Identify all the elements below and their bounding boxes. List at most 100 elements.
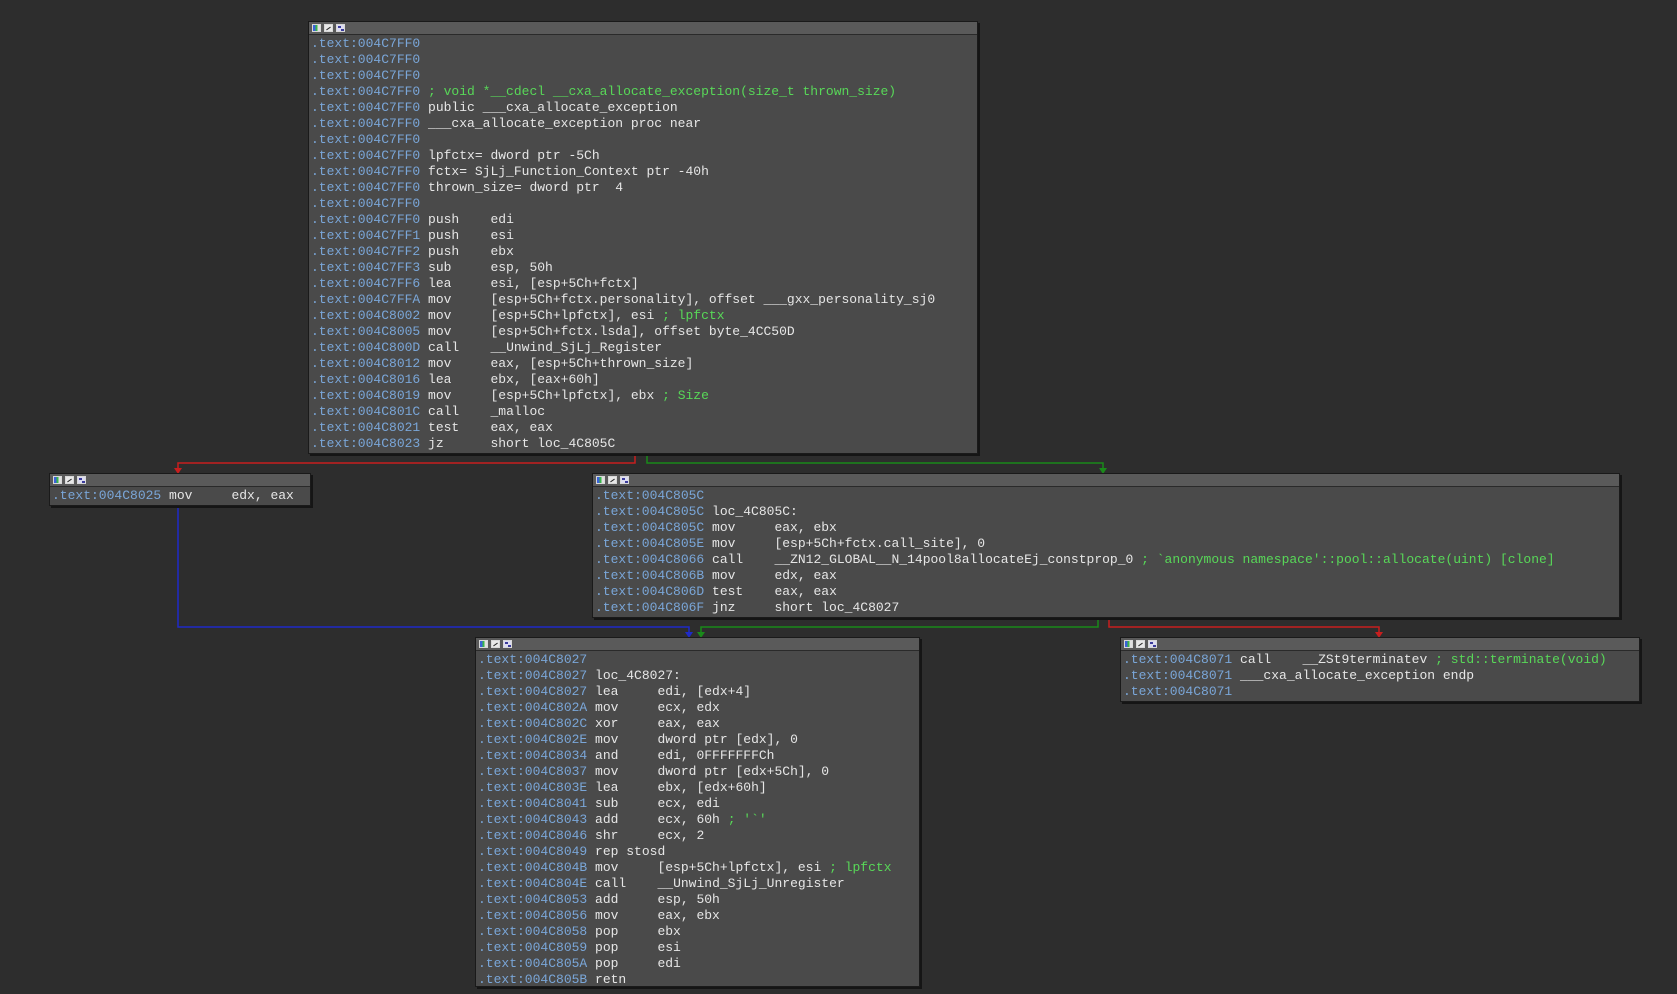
code-line[interactable]: .text:004C8059 pop esi [478, 940, 917, 956]
code-line[interactable]: .text:004C8019 mov [esp+5Ch+lpfctx], ebx… [311, 388, 975, 404]
group-nodes-icon[interactable] [336, 24, 345, 32]
code-line[interactable]: .text:004C8037 mov dword ptr [edx+5Ch], … [478, 764, 917, 780]
line-address: .text:004C8027 [478, 652, 588, 667]
group-nodes-icon[interactable] [620, 476, 629, 484]
code-line[interactable]: .text:004C7FF0 [311, 36, 975, 52]
node-color-icon[interactable] [596, 476, 605, 484]
code-line[interactable]: .text:004C8027 lea edi, [edx+4] [478, 684, 917, 700]
code-line[interactable]: .text:004C805C loc_4C805C: [595, 504, 1617, 520]
line-address: .text:004C7FF0 [311, 148, 421, 163]
line-mnemonic: mov [595, 732, 619, 747]
code-line[interactable]: .text:004C803E lea ebx, [edx+60h] [478, 780, 917, 796]
line-mnemonic: call [712, 552, 744, 567]
code-line[interactable]: .text:004C806B mov edx, eax [595, 568, 1617, 584]
line-address: .text:004C8016 [311, 372, 421, 387]
line-address: .text:004C7FF0 [311, 132, 421, 147]
graph-view-icon[interactable] [324, 24, 333, 32]
code-line[interactable]: .text:004C7FF0 lpfctx= dword ptr -5Ch [311, 148, 975, 164]
code-line[interactable]: .text:004C7FF0 fctx= SjLj_Function_Conte… [311, 164, 975, 180]
code-line[interactable]: .text:004C7FF0 [311, 68, 975, 84]
code-line[interactable]: .text:004C8071 ___cxa_allocate_exception… [1123, 668, 1637, 684]
code-line[interactable]: .text:004C805E mov [esp+5Ch+fctx.call_si… [595, 536, 1617, 552]
code-line[interactable]: .text:004C8021 test eax, eax [311, 420, 975, 436]
code-line[interactable]: .text:004C7FF1 push esi [311, 228, 975, 244]
group-nodes-icon[interactable] [77, 476, 86, 484]
graph-view-icon[interactable] [1136, 640, 1145, 648]
line-address: .text:004C7FF0 [311, 36, 421, 51]
code-line[interactable]: .text:004C8056 mov eax, ebx [478, 908, 917, 924]
code-line[interactable]: .text:004C8016 lea ebx, [eax+60h] [311, 372, 975, 388]
code-line[interactable]: .text:004C7FF2 push ebx [311, 244, 975, 260]
line-comment: ; Size [662, 388, 709, 403]
line-address: .text:004C8027 [478, 684, 588, 699]
code-line[interactable]: .text:004C8046 shr ecx, 2 [478, 828, 917, 844]
code-line[interactable]: .text:004C8027 [478, 652, 917, 668]
code-line[interactable]: .text:004C8002 mov [esp+5Ch+lpfctx], esi… [311, 308, 975, 324]
code-line[interactable]: .text:004C8025 mov edx, eax [52, 488, 308, 504]
node-color-icon[interactable] [53, 476, 62, 484]
code-line[interactable]: .text:004C7FF0 [311, 132, 975, 148]
line-address: .text:004C8046 [478, 828, 588, 843]
graph-view-icon[interactable] [491, 640, 500, 648]
code-line[interactable]: .text:004C8049 rep stosd [478, 844, 917, 860]
code-line[interactable]: .text:004C8043 add ecx, 60h ; '`' [478, 812, 917, 828]
code-line[interactable]: .text:004C8053 add esp, 50h [478, 892, 917, 908]
block-listing: .text:004C8071 call __ZSt9terminatev ; s… [1121, 651, 1639, 701]
code-line[interactable]: .text:004C8058 pop ebx [478, 924, 917, 940]
code-block-main[interactable]: .text:004C7FF0 .text:004C7FF0 .text:004C7F… [308, 21, 978, 454]
line-mnemonic: lea [595, 780, 619, 795]
code-line[interactable]: .text:004C8041 sub ecx, edi [478, 796, 917, 812]
code-line[interactable]: .text:004C8066 call __ZN12_GLOBAL__N_14p… [595, 552, 1617, 568]
code-line[interactable]: .text:004C801C call _malloc [311, 404, 975, 420]
line-address: .text:004C806B [595, 568, 705, 583]
code-line[interactable]: .text:004C8071 [1123, 684, 1637, 700]
code-line[interactable]: .text:004C8034 and edi, 0FFFFFFFCh [478, 748, 917, 764]
code-block-terminate[interactable]: .text:004C8071 call __ZSt9terminatev ; s… [1120, 637, 1640, 702]
code-line[interactable]: .text:004C8012 mov eax, [esp+5Ch+thrown_… [311, 356, 975, 372]
code-line[interactable]: .text:004C7FF0 thrown_size= dword ptr 4 [311, 180, 975, 196]
code-line[interactable]: .text:004C8005 mov [esp+5Ch+fctx.lsda], … [311, 324, 975, 340]
code-line[interactable]: .text:004C805B retn [478, 972, 917, 988]
code-line[interactable]: .text:004C7FF0 push edi [311, 212, 975, 228]
code-line[interactable]: .text:004C7FFA mov [esp+5Ch+fctx.persona… [311, 292, 975, 308]
code-block-loc-4c805c[interactable]: .text:004C805C .text:004C805C loc_4C805C:… [592, 473, 1620, 618]
group-nodes-icon[interactable] [503, 640, 512, 648]
code-line[interactable]: .text:004C8071 call __ZSt9terminatev ; s… [1123, 652, 1637, 668]
graph-view-icon[interactable] [65, 476, 74, 484]
line-operands: eax, eax [774, 584, 837, 599]
code-line[interactable]: .text:004C805C mov eax, ebx [595, 520, 1617, 536]
code-line[interactable]: .text:004C806D test eax, eax [595, 584, 1617, 600]
code-block-4c8025[interactable]: .text:004C8025 mov edx, eax [49, 473, 311, 506]
code-block-loc-4c8027[interactable]: .text:004C8027 .text:004C8027 loc_4C8027:… [475, 637, 920, 987]
code-line[interactable]: .text:004C7FF0 ; void *__cdecl __cxa_all… [311, 84, 975, 100]
edge-true-805c-to-8027 [700, 617, 1099, 636]
line-mnemonic: mov [428, 356, 452, 371]
code-line[interactable]: .text:004C806F jnz short loc_4C8027 [595, 600, 1617, 616]
node-color-icon[interactable] [312, 24, 321, 32]
line-operands: edi, [edx+4] [657, 684, 752, 699]
code-line[interactable]: .text:004C805A pop edi [478, 956, 917, 972]
code-line[interactable]: .text:004C802C xor eax, eax [478, 716, 917, 732]
code-line[interactable]: .text:004C802E mov dword ptr [edx], 0 [478, 732, 917, 748]
code-line[interactable]: .text:004C7FF0 [311, 52, 975, 68]
code-line[interactable]: .text:004C805C [595, 488, 1617, 504]
code-line[interactable]: .text:004C802A mov ecx, edx [478, 700, 917, 716]
code-line[interactable]: .text:004C8023 jz short loc_4C805C [311, 436, 975, 452]
graph-view-icon[interactable] [608, 476, 617, 484]
code-line[interactable]: .text:004C804E call __Unwind_SjLj_Unregi… [478, 876, 917, 892]
code-line[interactable]: .text:004C7FF3 sub esp, 50h [311, 260, 975, 276]
code-line[interactable]: .text:004C8027 loc_4C8027: [478, 668, 917, 684]
code-line[interactable]: .text:004C800D call __Unwind_SjLj_Regist… [311, 340, 975, 356]
code-line[interactable]: .text:004C7FF0 ___cxa_allocate_exception… [311, 116, 975, 132]
line-address: .text:004C804E [478, 876, 588, 891]
code-line[interactable]: .text:004C7FF0 public ___cxa_allocate_ex… [311, 100, 975, 116]
node-color-icon[interactable] [479, 640, 488, 648]
code-line[interactable]: .text:004C7FF6 lea esi, [esp+5Ch+fctx] [311, 276, 975, 292]
line-address: .text:004C806D [595, 584, 705, 599]
code-line[interactable]: .text:004C804B mov [esp+5Ch+lpfctx], esi… [478, 860, 917, 876]
group-nodes-icon[interactable] [1148, 640, 1157, 648]
line-address: .text:004C805B [478, 972, 588, 987]
node-color-icon[interactable] [1124, 640, 1133, 648]
line-operands: ebx, [eax+60h] [490, 372, 600, 387]
code-line[interactable]: .text:004C7FF0 [311, 196, 975, 212]
